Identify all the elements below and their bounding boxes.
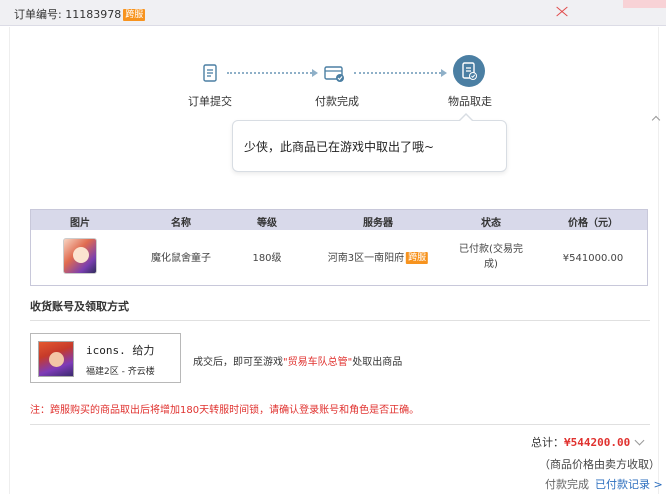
status-bubble: 少侠，此商品已在游戏中取出了哦~ <box>232 113 507 172</box>
document-icon <box>203 64 217 82</box>
step-paid-label: 付款完成 <box>315 95 359 108</box>
item-name: 魔化鼠舍童子 <box>151 253 211 264</box>
price-note: （商品价格由卖方收取） <box>539 458 660 471</box>
step-connector <box>354 72 441 74</box>
card-check-icon <box>324 66 344 82</box>
close-icon[interactable] <box>554 6 570 18</box>
document-check-icon <box>462 62 477 80</box>
item-status: 已付款(交易完 成) <box>459 244 523 270</box>
arrow-right-icon <box>441 69 447 77</box>
step-pickup-label: 物品取走 <box>448 95 492 108</box>
order-detail-panel: 订单提交 付款完成 物品取走 少侠，此商品已在游戏中取出了哦~ 图片 名称 等级… <box>9 27 663 494</box>
payment-record-link[interactable]: 已付款记录 > <box>595 478 663 491</box>
arrow-right-icon <box>312 69 318 77</box>
avatar <box>38 341 74 377</box>
item-price: ¥541000.00 <box>562 253 624 264</box>
chevron-up-icon <box>651 115 661 125</box>
account-name: icons. 给力 <box>86 344 155 357</box>
chevron-down-icon[interactable] <box>634 435 645 446</box>
section-title: 收货账号及领取方式 <box>30 300 129 313</box>
header-picture: 图片 <box>70 218 90 229</box>
header-name: 名称 <box>171 218 191 229</box>
status-message: 少侠，此商品已在游戏中取出了哦~ <box>244 140 435 154</box>
cross-server-notice: 注：跨服购买的商品取出后将增加180天转服时间锁，请确认登录账号和角色是否正确。 <box>30 405 420 416</box>
divider <box>30 424 650 425</box>
divider <box>30 320 650 321</box>
item-server: 河南3区一南阳府 跨服 <box>327 252 429 264</box>
window-edge <box>623 0 666 8</box>
account-server: 福建2区 - 齐云楼 <box>86 367 155 377</box>
step-connector <box>227 72 312 74</box>
order-number: 订单编号: 11183978 跨服 <box>14 8 146 21</box>
step-submit-label: 订单提交 <box>188 95 232 108</box>
item-level: 180级 <box>252 253 282 264</box>
npc-name: "贸易车队总管" <box>283 357 353 368</box>
account-card: icons. 给力 福建2区 - 齐云楼 <box>30 333 181 383</box>
cross-server-tag: 跨服 <box>406 252 429 264</box>
header-server: 服务器 <box>363 218 393 229</box>
item-table: 图片 名称 等级 服务器 状态 价格（元） 魔化鼠舍童子 180级 河南3区一南… <box>30 209 648 286</box>
table-header: 图片 名称 等级 服务器 状态 价格（元） <box>31 210 647 230</box>
header-status: 状态 <box>481 218 501 229</box>
header-price: 价格（元） <box>568 218 618 229</box>
pickup-instructions: 成交后，即可至游戏"贸易车队总管"处取出商品 <box>193 357 403 368</box>
title-bar: 订单编号: 11183978 跨服 <box>0 0 666 26</box>
cross-server-tag: 跨服 <box>123 9 146 21</box>
header-level: 等级 <box>257 218 277 229</box>
item-thumbnail <box>63 238 97 274</box>
payment-status: 付款完成 已付款记录 > <box>545 478 663 491</box>
total-amount: 总计：¥544200.00 <box>531 436 631 449</box>
